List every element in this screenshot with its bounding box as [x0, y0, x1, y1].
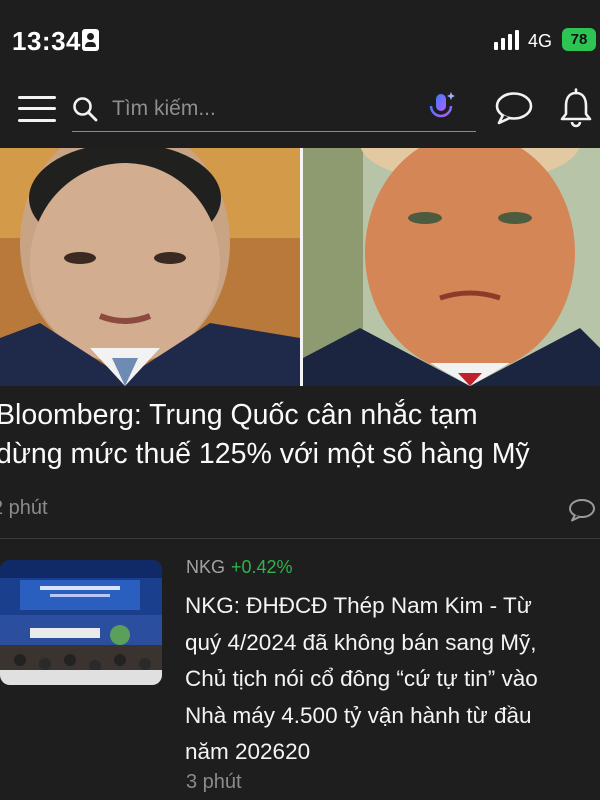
- signal-strength-icon: [494, 30, 520, 50]
- article-photo: [0, 560, 162, 685]
- headline-line: Nhà máy 4.500 tỷ vận hành từ đầu: [185, 702, 532, 728]
- status-bar: 13:34 4G 78: [0, 0, 600, 78]
- status-time: 13:34: [12, 26, 81, 56]
- headline-line: Chủ tịch nói cổ đông “cứ tự tin” vào: [185, 666, 538, 691]
- ticker-symbol: NKG: [186, 557, 226, 577]
- article-time: 3 phút: [186, 771, 242, 793]
- contact-card-icon: [82, 29, 99, 51]
- featured-headline[interactable]: Bloomberg: Trung Quốc cân nhắc tạm dừng …: [0, 396, 600, 474]
- mic-icon[interactable]: [422, 88, 460, 126]
- featured-time: 2 phút: [0, 497, 48, 519]
- divider: [0, 538, 600, 539]
- featured-photo: [0, 148, 600, 386]
- headline-line: Bloomberg: Trung Quốc cân nhắc tạm: [0, 399, 478, 431]
- headline-line: năm 202620: [185, 739, 311, 764]
- headline-line: quý 4/2024 đã không bán sang Mỹ,: [185, 629, 537, 655]
- chat-icon[interactable]: [494, 90, 534, 126]
- headline-line: dừng mức thuế 125% với một số hàng Mỹ: [0, 438, 530, 470]
- headline-line: NKG: ĐHĐCĐ Thép Nam Kim - Từ: [185, 593, 532, 618]
- network-type: 4G: [528, 31, 553, 51]
- top-bar: [0, 78, 600, 148]
- battery-indicator: 78: [562, 28, 596, 51]
- featured-article-image[interactable]: [0, 148, 600, 386]
- bell-icon[interactable]: [558, 88, 594, 128]
- search-icon: [73, 97, 98, 122]
- hamburger-menu-icon[interactable]: [18, 92, 56, 124]
- article-headline[interactable]: NKG: ĐHĐCĐ Thép Nam Kim - Từ quý 4/2024 …: [185, 588, 600, 771]
- comment-icon[interactable]: [568, 498, 596, 522]
- ticker-row[interactable]: NKG +0.42%: [186, 557, 293, 578]
- ticker-change: +0.42%: [231, 557, 293, 577]
- article-thumbnail[interactable]: [0, 560, 162, 685]
- search-input[interactable]: [112, 94, 402, 124]
- search-bar[interactable]: [72, 86, 476, 132]
